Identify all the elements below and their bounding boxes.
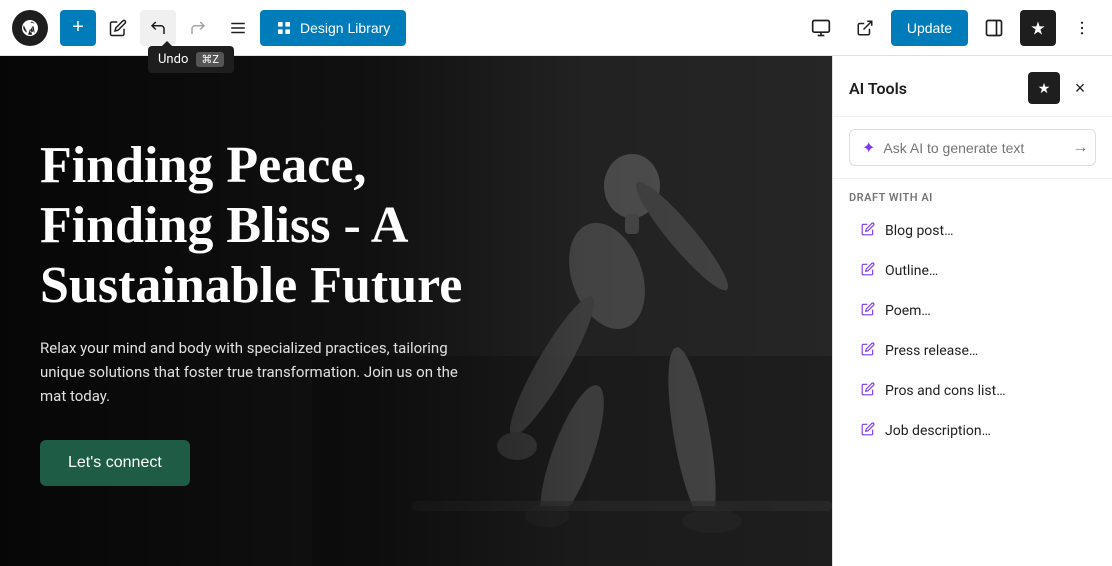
draft-item-pros-cons[interactable]: Pros and cons list… — [849, 372, 1096, 410]
draft-item-outline[interactable]: Outline… — [849, 252, 1096, 290]
preview-device-button[interactable] — [803, 10, 839, 46]
draft-item-pen-icon — [861, 342, 875, 360]
draft-item-label: Blog post… — [885, 223, 953, 239]
ai-panel-title: AI Tools — [849, 79, 907, 98]
more-options-button[interactable] — [1064, 10, 1100, 46]
ai-panel-header: AI Tools ★ × — [833, 56, 1112, 117]
draft-section: DRAFT WITH AI Blog post… Outline… Poem… Pre… — [833, 179, 1112, 458]
hero-content: Finding Peace, Finding Bliss - A Sustain… — [0, 96, 540, 525]
more-options-icon — [1073, 19, 1091, 37]
draft-item-poem[interactable]: Poem… — [849, 292, 1096, 330]
redo-icon — [189, 19, 207, 37]
undo-tooltip: Undo ⌘Z — [148, 46, 234, 73]
monitor-icon — [811, 18, 831, 38]
wordpress-logo[interactable] — [12, 10, 48, 46]
draft-item-blog-post[interactable]: Blog post… — [849, 212, 1096, 250]
ai-input-sparkle-icon: ✦ — [862, 138, 875, 157]
ai-text-input[interactable] — [883, 140, 1064, 156]
draft-item-job-description[interactable]: Job description… — [849, 412, 1096, 450]
pen-icon — [109, 19, 127, 37]
ai-send-button[interactable]: → — [1072, 139, 1088, 157]
design-library-button[interactable]: Design Library — [260, 10, 406, 46]
list-view-button[interactable] — [220, 10, 256, 46]
ai-input-wrapper: ✦ → — [849, 129, 1096, 166]
toolbar-right: Update — [803, 10, 1100, 46]
hero-title: Finding Peace, Finding Bliss - A Sustain… — [40, 136, 500, 315]
external-link-icon — [856, 19, 874, 37]
redo-button[interactable] — [180, 10, 216, 46]
design-library-icon — [276, 20, 292, 36]
draft-item-pen-icon — [861, 222, 875, 240]
update-button[interactable]: Update — [891, 10, 968, 46]
draft-item-label: Poem… — [885, 303, 931, 319]
ai-close-button[interactable]: × — [1064, 72, 1096, 104]
draft-item-press-release[interactable]: Press release… — [849, 332, 1096, 370]
hero-subtitle: Relax your mind and body with specialize… — [40, 336, 480, 408]
draft-item-label: Outline… — [885, 263, 938, 279]
ai-input-area: ✦ → — [833, 117, 1112, 179]
draft-section-label: DRAFT WITH AI — [849, 191, 1096, 204]
draft-item-pen-icon — [861, 382, 875, 400]
ai-sparkle-button[interactable] — [1020, 10, 1056, 46]
wp-logo-icon — [20, 18, 40, 38]
external-link-button[interactable] — [847, 10, 883, 46]
draft-item-pen-icon — [861, 422, 875, 440]
sidebar-toggle-icon — [984, 18, 1004, 38]
toolbar-left: + — [12, 10, 799, 46]
ai-star-button[interactable]: ★ — [1028, 72, 1060, 104]
ai-panel-header-actions: ★ × — [1028, 72, 1096, 104]
draft-item-pen-icon — [861, 262, 875, 280]
list-view-icon — [229, 19, 247, 37]
undo-icon — [149, 19, 167, 37]
add-button[interactable]: + — [60, 10, 96, 46]
sparkle-icon — [1030, 20, 1046, 36]
draft-item-label: Job description… — [885, 423, 991, 439]
hero-section: Finding Peace, Finding Bliss - A Sustain… — [0, 56, 832, 566]
ai-tools-panel: AI Tools ★ × ✦ → DRAFT WITH AI — [832, 56, 1112, 566]
draft-item-pen-icon — [861, 302, 875, 320]
main-area: Finding Peace, Finding Bliss - A Sustain… — [0, 56, 1112, 566]
draft-items-list: Blog post… Outline… Poem… Press release… Pro… — [849, 212, 1096, 450]
draft-item-label: Pros and cons list… — [885, 383, 1006, 399]
toolbar: + — [0, 0, 1112, 56]
canvas-area: Finding Peace, Finding Bliss - A Sustain… — [0, 56, 832, 566]
cta-button[interactable]: Let's connect — [40, 440, 190, 486]
edit-pen-button[interactable] — [100, 10, 136, 46]
draft-item-label: Press release… — [885, 343, 978, 359]
sidebar-toggle-button[interactable] — [976, 10, 1012, 46]
